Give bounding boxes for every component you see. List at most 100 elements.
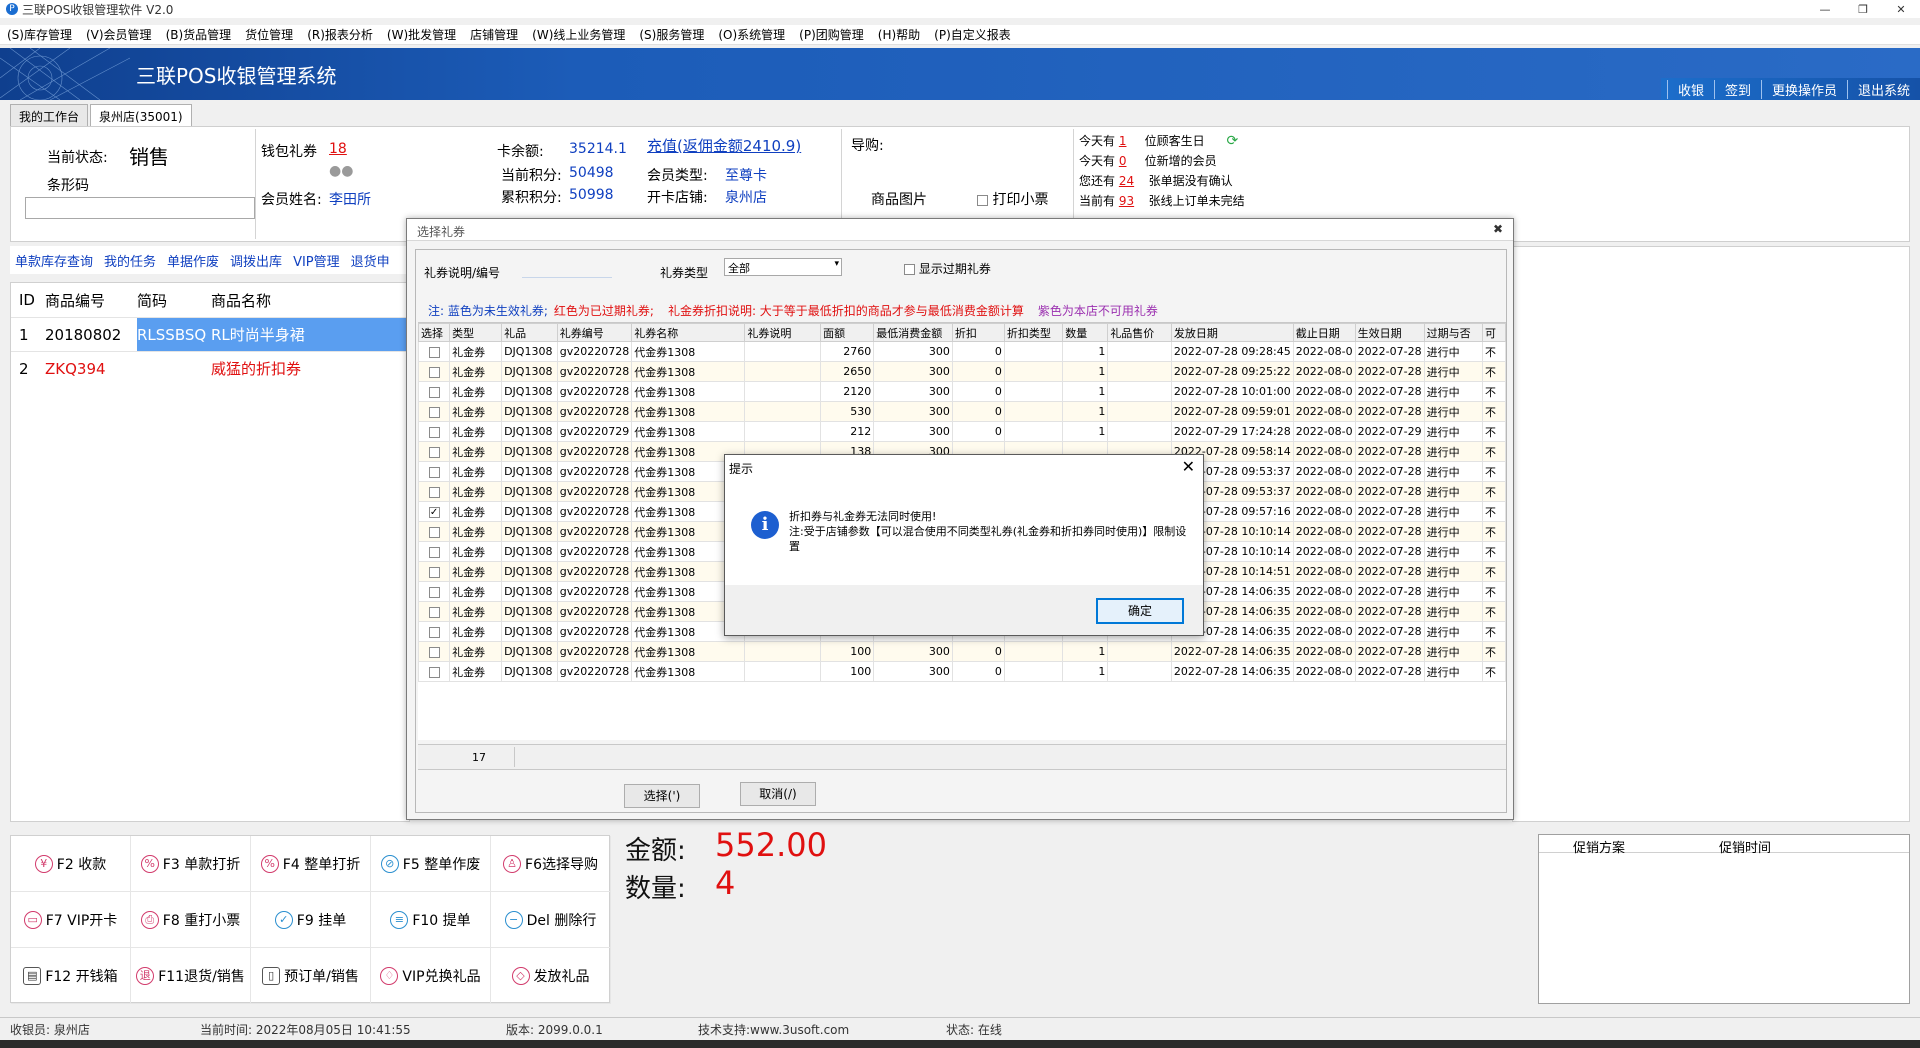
menu-reports[interactable]: (R)报表分析 (300, 26, 380, 43)
row-select-cell[interactable] (418, 521, 451, 542)
menu-groupbuy[interactable]: (P)团购管理 (792, 26, 871, 43)
voucher-col-header[interactable]: 折扣类型 (1003, 323, 1064, 342)
type-select[interactable]: 全部 ▾ (724, 258, 842, 276)
voucher-col-header[interactable]: 发放日期 (1170, 323, 1294, 342)
fkey-button[interactable]: ▭ F7 VIP开卡 (11, 892, 131, 948)
close-icon[interactable]: ✕ (1182, 457, 1195, 476)
voucher-col-header[interactable]: 礼券编号 (556, 323, 633, 342)
voucher-col-header[interactable]: 最低消费金额 (873, 323, 953, 342)
checkbox-icon[interactable] (428, 566, 440, 578)
voucher-col-header[interactable]: 面额 (820, 323, 875, 342)
table-row[interactable]: 礼金券 DJQ1308 gv20220728 代金券1308 2120 300 0 1 2022… (418, 381, 1506, 402)
voucher-col-header[interactable]: 可 (1481, 323, 1506, 342)
checkbox-icon[interactable] (428, 346, 440, 358)
fkey-button[interactable]: ◇ 发放礼品 (491, 948, 611, 1004)
fkey-button[interactable]: % F4 整单打折 (251, 836, 371, 892)
row-select-cell[interactable] (418, 581, 451, 602)
change-operator-link[interactable]: 更换操作员 (1760, 79, 1847, 99)
show-expired-checkbox[interactable]: 显示过期礼券 (904, 260, 991, 277)
checkbox-icon[interactable] (428, 646, 440, 658)
stock-query-link[interactable]: 单款库存查询 (15, 251, 93, 270)
checkbox-icon[interactable] (428, 626, 440, 638)
void-document-link[interactable]: 单据作废 (167, 251, 219, 270)
voucher-col-header[interactable]: 类型 (449, 323, 503, 342)
fkey-button[interactable]: ✓ F9 挂单 (251, 892, 371, 948)
fkey-button[interactable]: ▯ 预订单/销售 (251, 948, 371, 1004)
menu-custom-reports[interactable]: (P)自定义报表 (927, 26, 1018, 43)
my-tasks-link[interactable]: 我的任务 (104, 251, 156, 270)
menu-system[interactable]: (O)系统管理 (711, 26, 792, 43)
row-select-cell[interactable] (418, 401, 451, 422)
desc-input[interactable] (522, 262, 612, 278)
close-icon[interactable]: ✖ (1493, 222, 1503, 236)
sign-in-link[interactable]: 签到 (1713, 79, 1761, 99)
voucher-col-header[interactable]: 数量 (1062, 323, 1109, 342)
checkbox-icon[interactable] (428, 546, 440, 558)
row-select-cell[interactable] (418, 441, 451, 462)
row-select-cell[interactable] (418, 461, 451, 482)
menu-wholesale[interactable]: (W)批发管理 (380, 26, 463, 43)
cancel-button[interactable]: 取消(/) (740, 782, 816, 806)
table-row[interactable]: 礼金券 DJQ1308 gv20220728 代金券1308 2650 300 0 1 2022… (418, 361, 1506, 382)
row-select-cell[interactable] (418, 381, 451, 402)
row-select-cell[interactable] (418, 421, 451, 442)
ok-button[interactable]: 确定 (1096, 598, 1184, 624)
tab-store[interactable]: 泉州店(35001) (90, 104, 192, 126)
barcode-input[interactable] (25, 197, 255, 219)
fkey-button[interactable]: − Del 删除行 (491, 892, 611, 948)
close-button[interactable]: ✕ (1882, 3, 1920, 16)
restore-button[interactable]: ❐ (1844, 3, 1882, 16)
row-select-cell[interactable] (418, 641, 451, 662)
table-row[interactable]: 礼金券 DJQ1308 gv20220728 代金券1308 2760 300 0 1 2022… (418, 341, 1506, 362)
row-select-cell[interactable] (418, 541, 451, 562)
fkey-button[interactable]: ≡ F10 提单 (371, 892, 491, 948)
checkbox-icon[interactable] (428, 526, 440, 538)
fkey-button[interactable]: 退 F11退货/销售 (131, 948, 251, 1004)
voucher-col-header[interactable]: 礼券名称 (631, 323, 746, 342)
exit-system-link[interactable]: 退出系统 (1846, 79, 1920, 99)
cashier-link[interactable]: 收银 (1666, 79, 1714, 99)
menu-location[interactable]: 货位管理 (238, 26, 300, 43)
checkbox-icon[interactable] (428, 406, 440, 418)
row-select-cell[interactable] (418, 661, 451, 682)
row-select-cell[interactable] (418, 601, 451, 622)
row-select-cell[interactable] (418, 481, 451, 502)
recharge-link[interactable]: 充值(返佣金额2410.9) (647, 135, 801, 156)
fkey-button[interactable]: ♢ VIP兑换礼品 (371, 948, 491, 1004)
voucher-col-header[interactable]: 过期与否 (1423, 323, 1483, 342)
table-row[interactable]: 2 ZKQ394 威猛的折扣券 (11, 351, 409, 385)
fkey-button[interactable]: % F3 单款打折 (131, 836, 251, 892)
table-row[interactable]: 礼金券 DJQ1308 gv20220729 代金券1308 212 300 0 1 2022-… (418, 421, 1506, 442)
table-row[interactable]: 1 20180802 RLSSBSQ RL时尚半身裙 (11, 317, 409, 351)
checked-checkbox-icon[interactable]: ✓ (428, 506, 440, 518)
select-button[interactable]: 选择(') (624, 784, 700, 808)
checkbox-icon[interactable] (428, 466, 440, 478)
voucher-col-header[interactable]: 截止日期 (1292, 323, 1356, 342)
checkbox-icon[interactable] (428, 606, 440, 618)
menu-member[interactable]: (V)会员管理 (79, 26, 159, 43)
voucher-col-header[interactable]: 选择 (418, 323, 451, 342)
checkbox-icon[interactable] (428, 666, 440, 678)
fkey-button[interactable]: ¥ F2 收款 (11, 836, 131, 892)
row-select-cell[interactable]: ✓ (418, 501, 451, 522)
checkbox-icon[interactable] (428, 386, 440, 398)
fkey-button[interactable]: ♙ F6选择导购 (491, 836, 611, 892)
table-row[interactable]: 礼金券 DJQ1308 gv20220728 代金券1308 530 300 0 1 2022-… (418, 401, 1506, 422)
checkbox-icon[interactable] (428, 426, 440, 438)
checkbox-icon[interactable] (428, 446, 440, 458)
checkbox-icon[interactable] (428, 486, 440, 498)
menu-store[interactable]: 店铺管理 (463, 26, 525, 43)
return-request-link[interactable]: 退货申 (351, 251, 390, 270)
row-select-cell[interactable] (418, 561, 451, 582)
row-select-cell[interactable] (418, 621, 451, 642)
fkey-button[interactable]: ⊘ F5 整单作废 (371, 836, 491, 892)
voucher-col-header[interactable]: 礼品售价 (1107, 323, 1172, 342)
vip-manage-link[interactable]: VIP管理 (293, 251, 340, 270)
wallet-count-link[interactable]: 18 (329, 141, 347, 157)
tab-my-workbench[interactable]: 我的工作台 (10, 104, 89, 126)
checkbox-icon[interactable] (428, 366, 440, 378)
checkbox-icon[interactable] (428, 586, 440, 598)
voucher-col-header[interactable]: 礼券说明 (744, 323, 822, 342)
table-row[interactable]: 礼金券 DJQ1308 gv20220728 代金券1308 100 300 0 1 2022-… (418, 641, 1506, 662)
voucher-col-header[interactable]: 礼品 (501, 323, 558, 342)
